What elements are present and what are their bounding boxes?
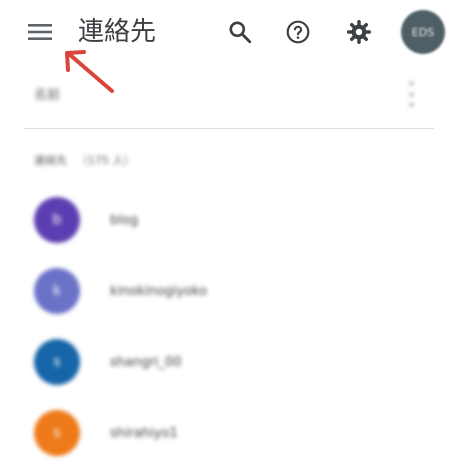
contact-count: （175 人） xyxy=(77,154,135,167)
section-label: 連絡先 xyxy=(34,154,67,167)
more-vert-icon xyxy=(409,82,413,85)
gear-icon xyxy=(346,19,372,45)
account-initials: EDS xyxy=(411,25,435,39)
search-icon xyxy=(229,21,252,44)
contact-avatar: s xyxy=(34,339,80,385)
more-options-button[interactable] xyxy=(406,82,416,106)
contact-row[interactable]: s shangri_00 xyxy=(34,337,434,387)
contact-name: shirahiyo1 xyxy=(110,425,178,441)
account-avatar[interactable]: EDS xyxy=(401,10,445,54)
contact-avatar: k xyxy=(34,268,80,314)
contact-name: kinokinogiyoko xyxy=(110,283,208,299)
help-button[interactable] xyxy=(280,14,316,50)
contact-row[interactable]: b blog xyxy=(34,195,434,245)
contact-avatar: b xyxy=(34,197,80,243)
contact-row[interactable]: s shirahiyo1 xyxy=(34,408,434,458)
contact-row[interactable]: k kinokinogiyoko xyxy=(34,266,434,316)
hamburger-menu-icon xyxy=(28,24,52,40)
contact-avatar: s xyxy=(34,410,80,456)
column-header-name[interactable]: 名前 xyxy=(34,84,60,103)
settings-button[interactable] xyxy=(341,14,377,50)
contact-name: shangri_00 xyxy=(110,354,182,370)
annotation-arrow xyxy=(65,50,114,93)
section-header: 連絡先 （175 人） xyxy=(34,152,135,168)
divider xyxy=(24,128,434,129)
search-button[interactable] xyxy=(222,14,258,50)
contact-name: blog xyxy=(110,212,139,228)
main-menu-button[interactable] xyxy=(24,16,56,48)
help-icon xyxy=(286,20,310,44)
